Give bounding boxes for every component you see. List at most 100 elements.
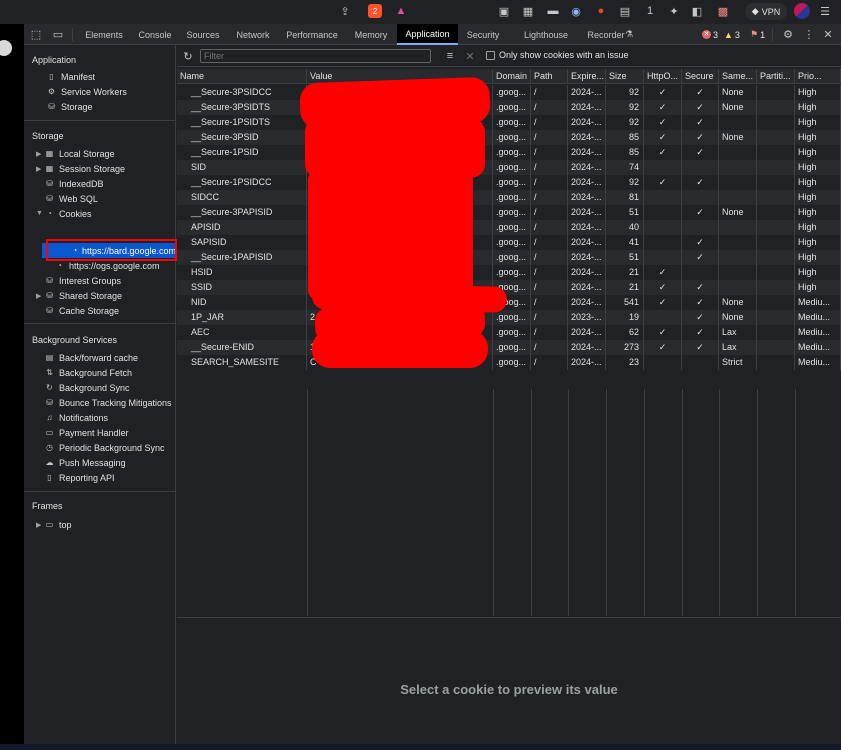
sidebar-item-cookies[interactable]: ▼ ◔ Cookies [24,206,175,221]
extension-search-icon[interactable]: ◉ [569,4,583,18]
tab-console[interactable]: Console [132,24,178,45]
profile-avatar[interactable] [794,3,810,19]
close-devtools-icon[interactable]: ✕ [821,27,835,41]
device-toolbar-icon[interactable]: ▭ [51,27,65,41]
wallet-icon[interactable]: ▩ [716,4,730,18]
table-row[interactable]: SSIDA.goog.../2024-...21✓✓High [177,280,841,295]
extension-terminal-icon[interactable]: ▬ [546,4,560,18]
sidebar-item-session-storage[interactable]: ▶ ▦ Session Storage [24,161,175,176]
extension-alert-icon[interactable]: 1 [643,4,657,18]
sidebar-item-bfcache[interactable]: ▤ Back/forward cache [24,350,175,365]
menu-icon[interactable]: ☰ [818,4,832,18]
table-row[interactable]: NID .goog.../2024-... 541 ✓ ✓ None Mediu... [177,295,841,310]
tab-elements[interactable]: Elements [76,24,132,45]
extension-crx-icon[interactable]: ▤ [618,4,632,18]
extensions-puzzle-icon[interactable]: ✦ [667,4,681,18]
more-options-icon[interactable]: ⋮ [802,27,816,41]
sidebar-item-reporting-api[interactable]: ▯ Reporting API [24,470,175,485]
expand-arrow-icon[interactable]: ▶ [36,521,44,529]
sidebar-item-indexeddb[interactable]: ⛁ IndexedDB [24,176,175,191]
cell-prio: Mediu... [795,310,841,325]
tab-sources[interactable]: Sources [178,24,228,45]
screenshot-icon[interactable]: ▣ [497,4,511,18]
tab-application[interactable]: Application [397,24,458,45]
brave-shield-icon[interactable]: 2 [368,4,382,18]
column-header-expires[interactable]: Expire... [568,69,606,84]
column-header-name[interactable]: Name [177,69,307,84]
table-row[interactable]: __Secure-1PSIDZ.goog.../2024-...85✓✓High [177,145,841,160]
table-row[interactable]: SEARCH_SAMESITE C .goog.../2024-... 23 Stric… [177,355,841,370]
table-row[interactable]: __Secure-3PSIDZ.goog.../2024-...85✓✓None… [177,130,841,145]
sidebar-item-periodic-sync[interactable]: ◷ Periodic Background Sync [24,440,175,455]
table-row[interactable]: __Secure-1PSIDTS .goog.../2024-... 92 ✓ ✓ Hig… [177,115,841,130]
table-row[interactable]: APISID .goog.../2024-... 40 High [177,220,841,235]
table-row[interactable]: 1P_JAR 2 .goog.../2023-... 19 ✓ None Mediu... [177,310,841,325]
extension-icon[interactable]: ▦ [521,4,535,18]
sidebar-item-cookie-ogs[interactable]: ◔ https://ogs.google.com [24,258,175,273]
brave-rewards-icon[interactable]: ▲ [394,4,408,18]
sidebar-item-manifest[interactable]: ▯ Manifest [24,69,175,84]
cell-part [757,205,795,220]
table-row[interactable]: __Secure-1PAPISIDP.goog.../2024-...51✓Hi… [177,250,841,265]
expand-arrow-icon[interactable]: ▶ [36,150,44,158]
tab-memory[interactable]: Memory [346,24,396,45]
clear-filtered-icon[interactable]: ≡ [443,49,457,63]
vpn-button[interactable]: ◆ VPN [745,3,787,20]
sidebar-item-label: Cache Storage [59,305,120,316]
sidebar-item-interest-groups[interactable]: ⛁ Interest Groups [24,273,175,288]
column-header-domain[interactable]: Domain [493,69,531,84]
sidebar-item-background-fetch[interactable]: ⇅ Background Fetch [24,365,175,380]
table-row[interactable]: HSIDA.goog.../2024-...21✓High [177,265,841,280]
table-row[interactable]: SID .goog.../2024-... 74 High [177,160,841,175]
table-row[interactable]: __Secure-3PAPISID .goog.../2024-... 51 ✓ Non… [177,205,841,220]
only-issues-checkbox[interactable] [486,51,495,60]
sidebar-item-background-sync[interactable]: ↻ Background Sync [24,380,175,395]
extension-record-icon[interactable]: ● [594,4,608,18]
delete-selected-icon[interactable]: ✕ [463,49,477,63]
tab-lighthouse[interactable]: Lighthouse [516,24,576,45]
table-row[interactable]: __Secure-1PSIDCC .goog.../2024-... 92 ✓ ✓ Hig… [177,175,841,190]
tab-network[interactable]: Network [228,24,278,45]
table-row[interactable]: __Secure-3PSIDCC .goog.../2024-... 92 ✓ ✓ Non… [177,85,841,100]
error-count-badge[interactable]: ✕ 3 [702,28,718,41]
sidebar-item-label: Manifest [61,71,96,82]
column-header-path[interactable]: Path [531,69,568,84]
expand-arrow-icon[interactable]: ▶ [36,292,44,300]
issues-flag-icon: ⚑ [750,29,759,39]
table-row[interactable]: __Secure-ENID1.goog.../2024-...273✓✓LaxM… [177,340,841,355]
column-header-httponly[interactable]: HttpO... [644,69,682,84]
filter-input[interactable] [200,49,431,63]
sidebar-item-push-messaging[interactable]: ☁ Push Messaging [24,455,175,470]
refresh-icon[interactable]: ↻ [181,49,195,63]
column-header-secure[interactable]: Secure [682,69,719,84]
warning-count-badge[interactable]: ▲ 3 [724,28,740,41]
sidebar-item-notifications[interactable]: ♫ Notifications [24,410,175,425]
issues-count-badge[interactable]: ⚑ 1 [750,28,765,41]
share-icon[interactable]: ⇪ [338,4,352,18]
tab-performance[interactable]: Performance [278,24,346,45]
sidebar-item-payment-handler[interactable]: ▭ Payment Handler [24,425,175,440]
column-header-samesite[interactable]: Same... [719,69,757,84]
collapse-arrow-icon[interactable]: ▼ [36,210,44,217]
table-row[interactable]: __Secure-3PSIDTS .goog.../2024-... 92 ✓ ✓ Non… [177,100,841,115]
table-row[interactable]: AEC .goog.../2024-... 62 ✓ ✓ Lax Mediu... [177,325,841,340]
sidebar-toggle-icon[interactable]: ◧ [690,4,704,18]
sidebar-item-frame-top[interactable]: ▶ ▭ top [24,517,175,532]
sidebar-item-bounce-tracking[interactable]: ⛁ Bounce Tracking Mitigations [24,395,175,410]
tab-security[interactable]: Security [458,24,508,45]
sidebar-item-local-storage[interactable]: ▶ ▦ Local Storage [24,146,175,161]
sidebar-item-shared-storage[interactable]: ▶ ⛁ Shared Storage [24,288,175,303]
sidebar-item-storage[interactable]: ⛁ Storage [24,99,175,114]
column-header-priority[interactable]: Prio... [795,69,841,84]
column-header-partition[interactable]: Partiti... [757,69,795,84]
inspect-element-icon[interactable]: ⬚ [29,27,43,41]
sidebar-item-cache-storage[interactable]: ⛁ Cache Storage [24,303,175,318]
column-header-size[interactable]: Size [606,69,644,84]
settings-gear-icon[interactable]: ⚙ [781,27,795,41]
sidebar-item-web-sql[interactable]: ⛁ Web SQL [24,191,175,206]
cell-prio: High [795,280,841,295]
table-row[interactable]: SIDCC .goog.../2024-... 81 High [177,190,841,205]
sidebar-item-service-workers[interactable]: ⚙ Service Workers [24,84,175,99]
expand-arrow-icon[interactable]: ▶ [36,165,44,173]
table-row[interactable]: SAPISIDP.goog.../2024-...41✓High [177,235,841,250]
